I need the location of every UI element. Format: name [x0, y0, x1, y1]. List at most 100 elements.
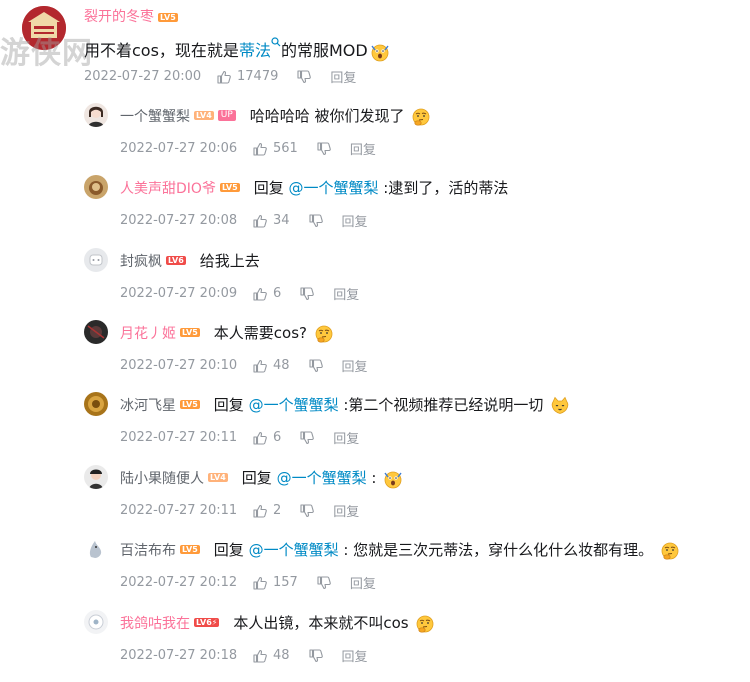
reply-content: 哈哈哈哈 被你们发现了	[250, 105, 432, 127]
reply-button[interactable]: 回复	[333, 428, 359, 447]
username-text[interactable]: 裂开的冬枣	[84, 9, 154, 25]
surprised-emoji-icon	[370, 42, 390, 62]
reply-line: 人美声甜DIO爷 LV5 回复 @一个蟹蟹梨 :逮到了，活的蒂法	[120, 177, 508, 198]
thinking-emoji-icon	[314, 324, 334, 344]
avatar[interactable]	[84, 320, 108, 344]
timestamp: 2022-07-27 20:18	[120, 648, 238, 663]
avatar[interactable]	[84, 248, 108, 272]
comment-meta: 2022-07-27 20:00 17479 回复	[84, 67, 356, 86]
mention-link[interactable]: @一个蟹蟹梨	[289, 179, 379, 197]
avatar[interactable]	[84, 610, 108, 634]
reply-username[interactable]: 人美声甜DIO爷	[120, 178, 216, 198]
mention-link[interactable]: @一个蟹蟹梨	[249, 541, 339, 559]
reply-meta: 2022-07-27 20:11 6 回复	[120, 428, 359, 447]
thumbs-up-icon[interactable]	[252, 358, 268, 374]
reply-item: 封疯枫 LV6 给我上去 2022-07-27 20:09 6 回复	[0, 248, 750, 320]
reply-content: 回复 @一个蟹蟹梨 :	[242, 467, 403, 489]
reply-line: 百洁布布 LV5 回复 @一个蟹蟹梨 : 您就是三次元蒂法，穿什么化什么妆都有理…	[120, 539, 680, 561]
thumbs-down-icon[interactable]	[316, 575, 332, 591]
reply-username[interactable]: 一个蟹蟹梨	[120, 106, 190, 126]
comment-text-part: 用不着cos，现在就是	[84, 41, 239, 60]
reply-button[interactable]: 回复	[330, 67, 356, 86]
reply-text: : 您就是三次元蒂法，穿什么化什么妆都有理。	[343, 541, 654, 559]
reply-button[interactable]: 回复	[333, 501, 359, 520]
thinking-emoji-icon	[411, 107, 431, 127]
thumbs-down-icon[interactable]	[308, 213, 324, 229]
thumbs-down-icon[interactable]	[299, 286, 315, 302]
reply-line: 冰河飞星 LV5 回复 @一个蟹蟹梨 :第二个视频推荐已经说明一切	[120, 394, 570, 416]
reply-content: 回复 @一个蟹蟹梨 : 您就是三次元蒂法，穿什么化什么妆都有理。	[214, 539, 680, 561]
reply-text: 本人出镜，本来就不叫cos	[233, 614, 409, 632]
reply-text: :逮到了，活的蒂法	[383, 179, 509, 197]
reply-item: 冰河飞星 LV5 回复 @一个蟹蟹梨 :第二个视频推荐已经说明一切 2022-0…	[0, 392, 750, 464]
level-badge: LV5	[180, 545, 200, 555]
reply-prefix: 回复	[241, 469, 272, 487]
reply-item: 百洁布布 LV5 回复 @一个蟹蟹梨 : 您就是三次元蒂法，穿什么化什么妆都有理…	[0, 537, 750, 609]
thumbs-up-icon[interactable]	[252, 430, 268, 446]
watermark: 游侠网	[0, 36, 93, 71]
surprised-emoji-icon	[383, 469, 403, 489]
thumbs-down-icon[interactable]	[316, 141, 332, 157]
mention-link[interactable]: @一个蟹蟹梨	[277, 469, 367, 487]
reply-line: 一个蟹蟹梨 LV4 UP 哈哈哈哈 被你们发现了	[120, 105, 431, 127]
reply-line: 月花丿姬 LV5 本人需要cos?	[120, 322, 334, 344]
reply-button[interactable]: 回复	[342, 211, 368, 230]
reply-meta: 2022-07-27 20:18 48 回复	[120, 646, 368, 665]
reply-content: 本人需要cos?	[214, 322, 334, 344]
thinking-emoji-icon	[415, 614, 435, 634]
reply-line: 我鸽咕我在 LV6⚡ 本人出镜，本来就不叫cos	[120, 612, 435, 634]
timestamp: 2022-07-27 20:11	[120, 430, 238, 445]
mention-link[interactable]: @一个蟹蟹梨	[249, 396, 339, 414]
reply-meta: 2022-07-27 20:06 561 回复	[120, 139, 376, 158]
reply-meta: 2022-07-27 20:12 157 回复	[120, 573, 376, 592]
reply-username[interactable]: 冰河飞星	[120, 395, 176, 415]
reply-button[interactable]: 回复	[350, 573, 376, 592]
thumbs-up-icon[interactable]	[252, 648, 268, 664]
reply-username[interactable]: 封疯枫	[120, 251, 162, 271]
reply-username[interactable]: 陆小果随便人	[120, 468, 204, 488]
thumbs-up-icon[interactable]	[252, 213, 268, 229]
level-badge: LV6	[166, 256, 186, 265]
reply-text: 给我上去	[199, 252, 260, 270]
reply-prefix: 回复	[253, 179, 284, 197]
thumbs-down-icon[interactable]	[308, 648, 324, 664]
thumbs-up-icon[interactable]	[252, 575, 268, 591]
avatar[interactable]	[84, 175, 108, 199]
reply-meta: 2022-07-27 20:11 2 回复	[120, 501, 359, 520]
top-comment: 游侠网 裂开的冬枣 LV5 用不着cos，现在就是蒂法 的常服MOD 2022-07…	[0, 0, 750, 92]
thumbs-up-icon[interactable]	[252, 503, 268, 519]
topic-link[interactable]: 蒂法	[239, 37, 281, 60]
like-count: 48	[273, 358, 290, 373]
thumbs-down-icon[interactable]	[308, 358, 324, 374]
thumbs-up-icon[interactable]	[252, 141, 268, 157]
comment-text-part: 的常服MOD	[280, 41, 368, 60]
timestamp: 2022-07-27 20:11	[120, 503, 238, 518]
reply-prefix: 回复	[213, 541, 244, 559]
reply-button[interactable]: 回复	[342, 356, 368, 375]
thumbs-down-icon[interactable]	[296, 69, 312, 85]
reply-button[interactable]: 回复	[342, 646, 368, 665]
avatar[interactable]	[84, 465, 108, 489]
reply-button[interactable]: 回复	[350, 139, 376, 158]
thumbs-down-icon[interactable]	[299, 430, 315, 446]
reply-username[interactable]: 月花丿姬	[120, 323, 176, 343]
reply-prefix: 回复	[213, 396, 244, 414]
avatar[interactable]	[84, 103, 108, 127]
thumbs-down-icon[interactable]	[299, 503, 315, 519]
reply-button[interactable]: 回复	[333, 284, 359, 303]
reply-meta: 2022-07-27 20:09 6 回复	[120, 284, 359, 303]
avatar[interactable]	[84, 392, 108, 416]
reply-username[interactable]: 我鸽咕我在	[120, 613, 190, 633]
reply-item: 月花丿姬 LV5 本人需要cos? 2022-07-27 20:10 48 回复	[0, 320, 750, 392]
reply-item: 一个蟹蟹梨 LV4 UP 哈哈哈哈 被你们发现了 2022-07-27 20:0…	[0, 103, 750, 175]
thumbs-up-icon[interactable]	[252, 286, 268, 302]
avatar[interactable]	[84, 537, 108, 561]
comment-username[interactable]: 裂开的冬枣 LV5	[84, 6, 178, 26]
thumbs-up-icon[interactable]	[216, 69, 232, 85]
thinking-emoji-icon	[660, 541, 680, 561]
level-badge: LV4	[208, 473, 228, 483]
level-badge: LV4	[194, 111, 214, 121]
reply-username[interactable]: 百洁布布	[120, 540, 176, 560]
like-count: 6	[273, 430, 282, 445]
topic-link-label[interactable]: 蒂法	[239, 41, 271, 60]
